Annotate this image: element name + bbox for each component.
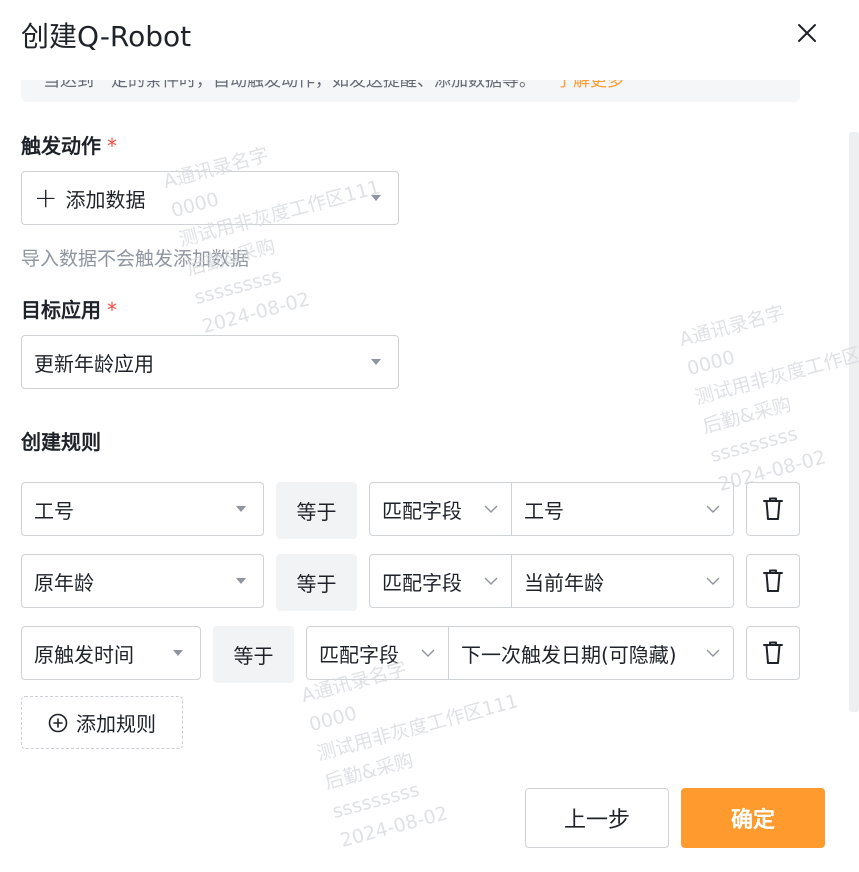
- rule-2-match-field-select[interactable]: 当前年龄: [511, 555, 733, 607]
- watermark-line: A通讯录名字: [677, 301, 788, 352]
- watermark-line: 0000: [684, 346, 738, 381]
- add-rule-label: 添加规则: [76, 712, 156, 736]
- trash-icon: [763, 641, 783, 664]
- rule-1-match-type-select[interactable]: 匹配字段: [370, 483, 511, 535]
- rule-3-match-type-value: 匹配字段: [319, 642, 399, 667]
- previous-step-button[interactable]: 上一步: [525, 788, 669, 848]
- rule-3-field-value: 原触发时间: [34, 642, 134, 667]
- required-mark: *: [107, 134, 117, 158]
- caret-down-icon: [236, 578, 246, 584]
- trigger-action-label-text: 触发动作: [21, 134, 101, 158]
- rule-2-delete-button[interactable]: [746, 554, 800, 608]
- required-mark: *: [107, 298, 117, 322]
- caret-down-icon: [173, 650, 183, 656]
- close-icon: [798, 24, 816, 42]
- watermark-line: 测试用非灰度工作区111: [314, 690, 521, 766]
- rule-3-field-select[interactable]: 原触发时间: [21, 626, 201, 680]
- trash-icon: [763, 497, 783, 520]
- chevron-down-icon: [706, 577, 720, 585]
- rule-2-field-value: 原年龄: [34, 570, 94, 595]
- rule-3-match-type-select[interactable]: 匹配字段: [307, 627, 448, 679]
- watermark-line: 2024-08-02: [337, 802, 451, 853]
- dialog-title: 创建Q-Robot: [21, 20, 192, 53]
- trigger-action-label: 触发动作 *: [21, 130, 117, 159]
- rule-1-match-type-value: 匹配字段: [382, 498, 462, 523]
- rule-1-delete-button[interactable]: [746, 482, 800, 536]
- rule-2-field-select[interactable]: 原年龄: [21, 554, 264, 608]
- rule-1-match-group: 匹配字段 工号: [369, 482, 734, 536]
- target-app-value: 更新年龄应用: [34, 351, 154, 376]
- chevron-down-icon: [706, 649, 720, 657]
- hint-banner: 当达到一定的条件时，自动触发动作，如发送提醒、添加数据等。 了解更多: [21, 80, 800, 102]
- rule-1-operator: 等于: [276, 482, 357, 539]
- watermark-line: 测试用非灰度工作区111: [692, 334, 859, 410]
- rule-2-match-field-value: 当前年龄: [524, 570, 604, 595]
- watermark: A通讯录名字 0000 测试用非灰度工作区111 后勤&采购 sssssssss…: [160, 114, 407, 342]
- watermark-line: 后勤&采购: [322, 749, 416, 795]
- rule-2-match-type-select[interactable]: 匹配字段: [370, 555, 511, 607]
- close-button[interactable]: [790, 18, 824, 48]
- watermark: A通讯录名字 0000 测试用非灰度工作区111 后勤&采购 sssssssss…: [676, 272, 859, 500]
- rules-label: 创建规则: [21, 430, 101, 454]
- trigger-action-helper: 导入数据不会触发添加数据: [21, 248, 250, 270]
- rule-3-operator: 等于: [213, 626, 294, 683]
- rule-3-match-field-select[interactable]: 下一次触发日期(可隐藏): [448, 627, 733, 679]
- trash-icon: [763, 569, 783, 592]
- chevron-down-icon: [484, 505, 498, 513]
- rule-2-match-type-value: 匹配字段: [382, 570, 462, 595]
- trigger-action-select[interactable]: + 添加数据: [21, 171, 399, 225]
- rule-2-match-group: 匹配字段 当前年龄: [369, 554, 734, 608]
- learn-more-link[interactable]: 了解更多: [556, 80, 624, 91]
- watermark-line: sssssssss: [330, 778, 422, 824]
- chevron-down-icon: [706, 505, 720, 513]
- watermark-line: sssssssss: [708, 422, 800, 468]
- caret-down-icon: [371, 195, 381, 201]
- rule-1-field-value: 工号: [34, 498, 74, 523]
- add-rule-button[interactable]: 添加规则: [21, 696, 183, 749]
- chevron-down-icon: [484, 577, 498, 585]
- chevron-down-icon: [421, 649, 435, 657]
- rule-3-delete-button[interactable]: [746, 626, 800, 680]
- rule-2-operator: 等于: [276, 554, 357, 611]
- rule-1-match-field-value: 工号: [524, 498, 564, 523]
- plus-circle-icon: [48, 713, 68, 732]
- target-app-label: 目标应用 *: [21, 294, 117, 323]
- hint-text: 当达到一定的条件时，自动触发动作，如发送提醒、添加数据等。: [43, 80, 536, 91]
- plus-icon: +: [34, 181, 58, 214]
- watermark-line: 2024-08-02: [199, 288, 313, 339]
- rule-1-field-select[interactable]: 工号: [21, 482, 264, 536]
- caret-down-icon: [236, 506, 246, 512]
- rule-1-match-field-select[interactable]: 工号: [511, 483, 733, 535]
- target-app-select[interactable]: 更新年龄应用: [21, 335, 399, 389]
- target-app-label-text: 目标应用: [21, 298, 101, 322]
- scrollbar[interactable]: [849, 132, 859, 712]
- confirm-button[interactable]: 确定: [681, 788, 825, 848]
- watermark-line: 后勤&采购: [700, 393, 794, 439]
- trigger-action-value: 添加数据: [65, 187, 146, 212]
- caret-down-icon: [371, 359, 381, 365]
- rule-3-match-field-value: 下一次触发日期(可隐藏): [461, 642, 677, 667]
- watermark-line: sssssssss: [192, 264, 284, 310]
- rule-3-match-group: 匹配字段 下一次触发日期(可隐藏): [306, 626, 734, 680]
